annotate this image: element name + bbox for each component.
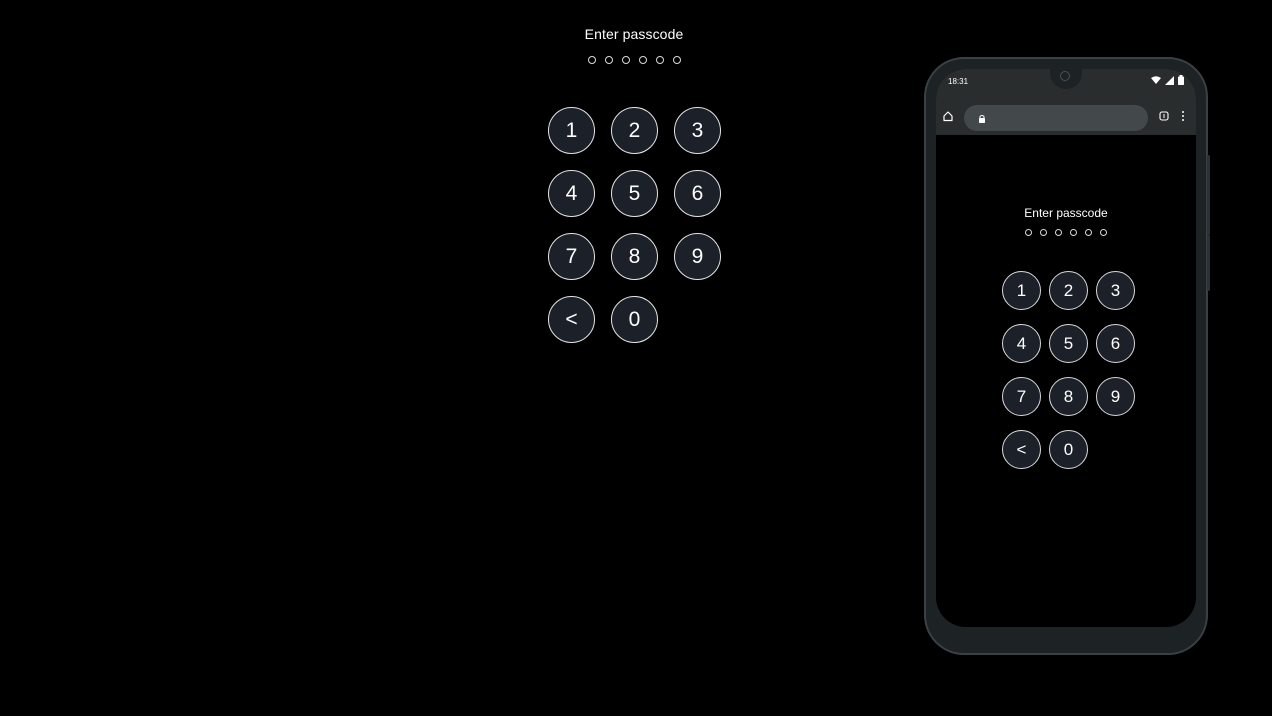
phone-key-3-button[interactable]: 3: [1096, 271, 1135, 310]
passcode-dot: [655, 56, 664, 64]
key-7-button[interactable]: 7: [548, 233, 595, 280]
passcode-dot: [604, 56, 613, 64]
key-6-button[interactable]: 6: [674, 170, 721, 217]
key-2-button[interactable]: 2: [611, 107, 658, 154]
signal-icon: [1165, 75, 1174, 85]
phone-screen: 18:31 Enter passcode 1 2 3 4 5 6 7 8 9 <…: [936, 69, 1196, 627]
passcode-dot: [1040, 229, 1047, 236]
app-stage: Enter passcode 1 2 3 4 5 6 7 8 9 < 0 18:…: [0, 0, 1272, 716]
phone-key-7-button[interactable]: 7: [1002, 377, 1041, 416]
key-4-button[interactable]: 4: [548, 170, 595, 217]
passcode-dot: [1055, 229, 1062, 236]
volume-button: [1207, 155, 1210, 235]
passcode-header: Enter passcode: [534, 24, 734, 64]
passcode-dot: [587, 56, 596, 64]
key-3-button[interactable]: 3: [674, 107, 721, 154]
phone-passcode-title: Enter passcode: [1024, 206, 1108, 220]
key-1-button[interactable]: 1: [548, 107, 595, 154]
key-5-button[interactable]: 5: [611, 170, 658, 217]
status-time: 18:31: [948, 77, 969, 86]
camera-icon: [1060, 71, 1070, 81]
menu-icon[interactable]: [1180, 110, 1186, 122]
lock-icon: [979, 114, 985, 123]
wifi-icon: [1151, 76, 1161, 84]
passcode-dot: [638, 56, 647, 64]
battery-icon: [1178, 75, 1184, 85]
status-bar: 18:31: [936, 69, 1196, 99]
phone-passcode-header: Enter passcode: [996, 205, 1136, 237]
phone-key-5-button[interactable]: 5: [1049, 324, 1088, 363]
browser-toolbar: [936, 99, 1196, 135]
passcode-keypad: 1 2 3 4 5 6 7 8 9 < 0: [548, 107, 721, 343]
phone-backspace-button[interactable]: <: [1002, 430, 1041, 469]
passcode-dots: [534, 56, 734, 64]
passcode-dot: [621, 56, 630, 64]
phone-mockup: 18:31 Enter passcode 1 2 3 4 5 6 7 8 9 <…: [924, 57, 1210, 655]
phone-key-0-button[interactable]: 0: [1049, 430, 1088, 469]
passcode-title: Enter passcode: [584, 26, 684, 42]
backspace-button[interactable]: <: [548, 296, 595, 343]
passcode-dot: [1070, 229, 1077, 236]
key-8-button[interactable]: 8: [611, 233, 658, 280]
phone-key-6-button[interactable]: 6: [1096, 324, 1135, 363]
key-0-button[interactable]: 0: [611, 296, 658, 343]
phone-key-8-button[interactable]: 8: [1049, 377, 1088, 416]
url-bar[interactable]: [964, 105, 1148, 131]
passcode-dot: [1025, 229, 1032, 236]
home-icon[interactable]: [942, 110, 954, 122]
phone-passcode-keypad: 1 2 3 4 5 6 7 8 9 < 0: [1002, 271, 1135, 469]
phone-key-4-button[interactable]: 4: [1002, 324, 1041, 363]
phone-key-1-button[interactable]: 1: [1002, 271, 1041, 310]
tabs-icon[interactable]: [1158, 110, 1170, 122]
phone-key-9-button[interactable]: 9: [1096, 377, 1135, 416]
passcode-dot: [1100, 229, 1107, 236]
phone-passcode-dots: [996, 229, 1136, 237]
passcode-dot: [672, 56, 681, 64]
status-icons: [1151, 75, 1184, 85]
power-button: [1207, 235, 1210, 291]
phone-bottom-bezel: [936, 627, 1196, 643]
key-9-button[interactable]: 9: [674, 233, 721, 280]
phone-key-2-button[interactable]: 2: [1049, 271, 1088, 310]
passcode-dot: [1085, 229, 1092, 236]
